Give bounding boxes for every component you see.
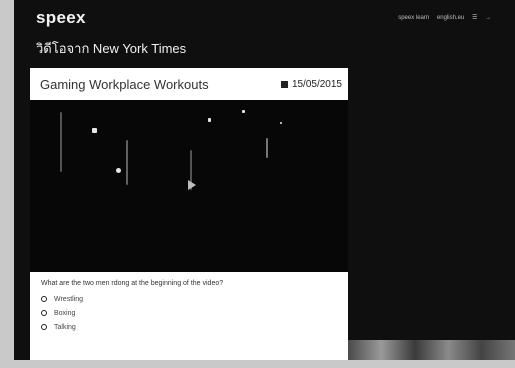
page-subtitle: วิดีโอจาก New York Times [36, 41, 187, 56]
menu-icon[interactable]: ☰ [472, 15, 477, 21]
card-header: Gaming Workplace Workouts 15/05/2015 [30, 68, 348, 100]
sidebar-bullets [352, 128, 502, 131]
video-light [126, 140, 128, 185]
bottom-image-strip [348, 340, 515, 360]
speex-logo[interactable]: speex [36, 8, 86, 28]
top-nav: speex learn english.eu ☰ → [392, 14, 491, 21]
answer-label: Wrestling [54, 296, 84, 303]
radio-icon[interactable] [41, 324, 47, 330]
radio-icon[interactable] [41, 310, 47, 316]
calendar-icon [280, 81, 288, 88]
answer-label: Boxing [54, 310, 76, 317]
video-light [208, 118, 211, 122]
arrow-icon[interactable]: → [485, 15, 491, 21]
play-icon[interactable] [188, 180, 196, 190]
video-light [266, 138, 268, 158]
quiz-question: What are the two men rdong at the beginn… [41, 280, 224, 287]
video-player[interactable] [30, 100, 348, 272]
video-light [116, 168, 121, 173]
top-nav-item-1[interactable]: speex learn [398, 15, 429, 21]
answer-option[interactable]: Wrestling [41, 296, 84, 303]
answer-option[interactable]: Boxing [41, 310, 76, 317]
app-frame: speex speex learn english.eu ☰ → วิดีโอจ… [14, 0, 515, 360]
video-light [280, 122, 282, 124]
video-card: Gaming Workplace Workouts 15/05/2015 Wha… [30, 68, 348, 360]
radio-icon[interactable] [41, 296, 47, 302]
video-date: 15/05/2015 [280, 79, 342, 90]
answer-label: Talking [54, 324, 76, 331]
video-light [242, 110, 245, 113]
video-light [60, 112, 62, 172]
top-nav-item-2[interactable]: english.eu [437, 15, 464, 21]
answer-option[interactable]: Talking [41, 324, 76, 331]
date-text: 15/05/2015 [291, 79, 342, 90]
video-title: Gaming Workplace Workouts [40, 77, 209, 92]
video-light [92, 128, 97, 133]
